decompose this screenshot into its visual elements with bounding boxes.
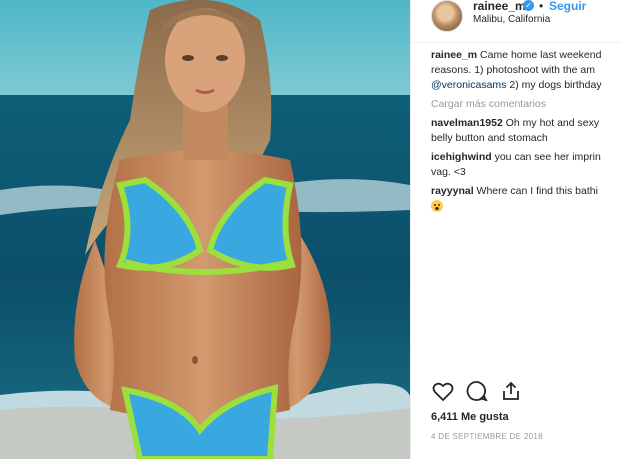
verified-badge-icon: ✓ [523,0,534,11]
location-link[interactable]: Malibu, California [473,14,550,25]
comment-item: icehighwind you can see her imprin vag. … [431,150,621,180]
heart-icon[interactable] [431,379,457,405]
comments-section: rainee_m Came home last weekend reasons.… [431,48,621,214]
post-sidebar: rainee_m ✓ • Seguir Malibu, California r… [410,0,621,459]
comment-username[interactable]: rayyynal [431,185,474,197]
comment-icon[interactable] [465,379,491,405]
post-actions [431,379,611,405]
comment-username[interactable]: icehighwind [431,151,492,163]
post-photo[interactable] [0,0,410,459]
mention-link[interactable]: @veronicasams [431,79,506,91]
fearful-face-emoji-icon [431,200,443,213]
post-date[interactable]: 4 DE SEPTIEMBRE DE 2018 [431,432,543,441]
share-icon[interactable] [499,379,525,405]
caption: rainee_m Came home last weekend [431,48,621,63]
comment-text: you can see her imprin [494,151,601,163]
comment-item: navelman1952 Oh my hot and sexy belly bu… [431,116,621,146]
post-header: rainee_m ✓ • Seguir Malibu, California [411,0,621,43]
comment-text: Where can I find this bathi [476,185,598,197]
avatar[interactable] [431,0,463,32]
comment-text: Oh my hot and sexy [505,117,600,129]
comment-text-line2: belly button and stomach [431,132,548,144]
beach-photo-illustration [0,0,410,459]
load-more-comments-button[interactable]: Cargar más comentarios [431,97,621,112]
caption-username[interactable]: rainee_m [431,49,477,61]
comment-item: rayyynal Where can I find this bathi [431,184,621,214]
caption-line3: @veronicasams 2) my dogs birthday [431,78,621,93]
follow-button[interactable]: Seguir [549,0,586,13]
username-link[interactable]: rainee_m [473,0,526,13]
caption-text-line1: Came home last weekend [480,49,602,61]
comment-username[interactable]: navelman1952 [431,117,503,129]
likes-count[interactable]: 6,411 Me gusta [431,411,509,423]
comment-text-line2: vag. <3 [431,166,466,178]
caption-line2: reasons. 1) photoshoot with the am [431,64,596,76]
caption-text-line3: 2) my dogs birthday [509,79,602,91]
separator-dot: • [539,0,544,13]
